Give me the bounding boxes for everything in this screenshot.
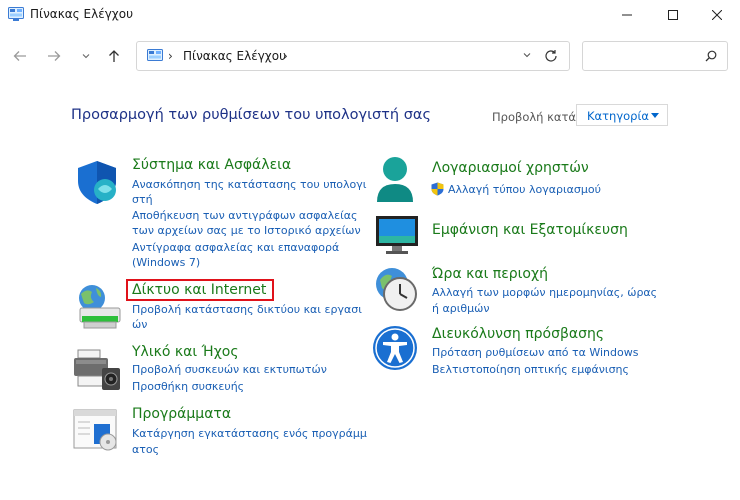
appearance-monitor-icon[interactable] — [374, 214, 420, 256]
security-shield-icon[interactable] — [74, 159, 120, 205]
search-input[interactable] — [589, 47, 693, 67]
address-bar[interactable]: › Πίνακας Ελέγχου › — [136, 41, 570, 71]
category-system-security[interactable]: Σύστημα και Ασφάλεια — [132, 157, 291, 173]
arrow-right-icon — [48, 51, 61, 61]
title-bar: Πίνακας Ελέγχου — [0, 0, 740, 30]
category-user-accounts[interactable]: Λογαριασμοί χρηστών — [432, 160, 589, 176]
minimize-icon — [622, 14, 632, 16]
link-file-history-cont[interactable]: των αρχείων σας με το Ιστορικό αρχείων — [132, 223, 361, 238]
highlight-box — [126, 279, 274, 301]
close-icon — [712, 10, 722, 20]
view-by-label: Προβολή κατά: — [492, 110, 580, 124]
link-uninstall-program[interactable]: Κατάργηση εγκατάστασης ενός προγράμμ — [132, 426, 367, 441]
back-button[interactable] — [8, 44, 32, 68]
view-by-value: Κατηγορία — [587, 109, 649, 123]
refresh-icon — [545, 50, 557, 62]
link-change-date-formats[interactable]: Αλλαγή των μορφών ημερομηνίας, ώρας — [432, 285, 657, 300]
category-clock-region[interactable]: Ώρα και περιοχή — [432, 266, 548, 282]
maximize-button[interactable] — [650, 0, 696, 30]
category-appearance-personalization[interactable]: Εμφάνιση και Εξατομίκευση — [432, 222, 628, 238]
clock-globe-icon[interactable] — [372, 266, 420, 314]
link-change-account-type[interactable]: Αλλαγή τύπου λογαριασμού — [448, 182, 601, 197]
navigation-bar: › Πίνακας Ελέγχου › — [0, 36, 740, 76]
link-network-status-cont[interactable]: ών — [132, 317, 147, 332]
search-icon[interactable] — [705, 50, 717, 62]
control-panel-icon — [147, 49, 163, 61]
link-add-device[interactable]: Προσθήκη συσκευής — [132, 379, 244, 394]
link-backup-restore-cont[interactable]: (Windows 7) — [132, 255, 200, 270]
user-accounts-icon[interactable] — [374, 156, 416, 204]
view-by-dropdown[interactable]: Κατηγορία — [576, 104, 668, 126]
link-change-date-formats-cont[interactable]: ή αριθμών — [432, 301, 490, 316]
breadcrumb-separator[interactable]: › — [168, 49, 173, 63]
search-box[interactable] — [582, 41, 728, 71]
chevron-down-icon[interactable] — [523, 52, 531, 58]
forward-button[interactable] — [42, 44, 66, 68]
breadcrumb-control-panel[interactable]: Πίνακας Ελέγχου — [183, 49, 286, 63]
refresh-button[interactable] — [544, 48, 558, 67]
link-devices-printers[interactable]: Προβολή συσκευών και εκτυπωτών — [132, 362, 327, 377]
link-review-status[interactable]: Ανασκόπηση της κατάστασης του υπολογι — [132, 177, 366, 192]
link-file-history[interactable]: Αποθήκευση των αντιγράφων ασφαλείας — [132, 208, 358, 223]
dropdown-arrow-icon — [651, 113, 659, 118]
ease-of-access-icon[interactable] — [372, 325, 418, 371]
link-review-status-cont[interactable]: στή — [132, 192, 153, 207]
arrow-up-icon — [109, 50, 119, 62]
close-button[interactable] — [694, 0, 740, 30]
programs-icon[interactable] — [72, 408, 122, 452]
page-title: Προσαρμογή των ρυθμίσεων του υπολογιστή … — [71, 107, 431, 123]
link-backup-restore[interactable]: Αντίγραφα ασφαλείας και επαναφορά — [132, 240, 339, 255]
minimize-button[interactable] — [604, 0, 650, 30]
control-panel-icon — [8, 7, 24, 21]
chevron-down-icon — [82, 54, 90, 59]
up-button[interactable] — [102, 44, 126, 68]
breadcrumb-separator[interactable]: › — [283, 49, 288, 63]
category-programs[interactable]: Προγράμματα — [132, 406, 231, 422]
link-windows-suggest-settings[interactable]: Πρόταση ρυθμίσεων από τα Windows — [432, 345, 638, 360]
category-ease-of-access[interactable]: Διευκόλυνση πρόσβασης — [432, 326, 604, 342]
link-network-status[interactable]: Προβολή κατάστασης δικτύου και εργασι — [132, 302, 362, 317]
category-hardware-sound[interactable]: Υλικό και Ήχος — [132, 344, 239, 360]
window-title: Πίνακας Ελέγχου — [30, 7, 134, 21]
recent-locations-button[interactable] — [74, 44, 98, 68]
link-optimize-visual-display[interactable]: Βελτιστοποίηση οπτικής εμφάνισης — [432, 362, 629, 377]
arrow-left-icon — [13, 51, 26, 61]
network-globe-icon[interactable] — [72, 282, 124, 330]
uac-shield-icon — [431, 182, 444, 196]
printer-icon[interactable] — [72, 348, 124, 392]
link-uninstall-program-cont[interactable]: ατος — [132, 442, 159, 457]
maximize-icon — [668, 10, 678, 20]
